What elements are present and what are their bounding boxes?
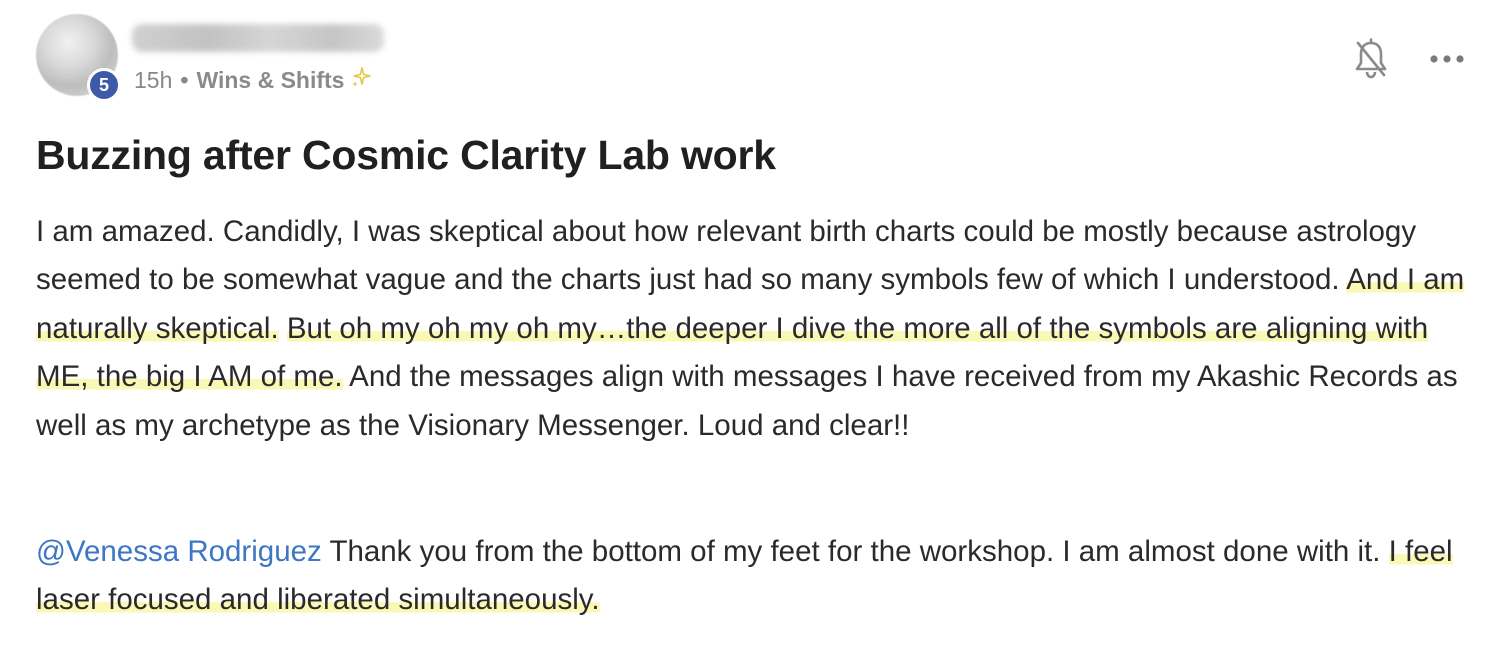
post-time: 15h	[134, 66, 173, 93]
body-text: Thank you from the bottom of my feet for…	[321, 535, 1389, 568]
post-body-paragraph-2: @Venessa Rodriguez Thank you from the bo…	[36, 528, 1486, 625]
post-body-paragraph-1: I am amazed. Candidly, I was skeptical a…	[36, 208, 1486, 450]
level-badge: 5	[87, 68, 121, 102]
user-mention-link[interactable]: @Venessa Rodriguez	[36, 535, 322, 568]
sparkle-icon	[351, 66, 372, 94]
bell-off-icon[interactable]	[1350, 36, 1392, 82]
post-meta: 15h • Wins & Shifts	[134, 66, 372, 94]
ellipsis-icon[interactable]	[1426, 42, 1468, 76]
body-text: I am amazed. Candidly, I was skeptical a…	[36, 215, 1417, 297]
post-card: 5 15h • Wins & Shifts Buzzing after Cosm…	[0, 0, 1504, 646]
author-name-blurred[interactable]	[132, 24, 384, 52]
body-text	[279, 312, 287, 345]
meta-separator: •	[180, 66, 189, 93]
category-link[interactable]: Wins & Shifts	[196, 67, 344, 94]
level-number: 5	[98, 74, 109, 95]
post-title: Buzzing after Cosmic Clarity Lab work	[36, 132, 776, 178]
